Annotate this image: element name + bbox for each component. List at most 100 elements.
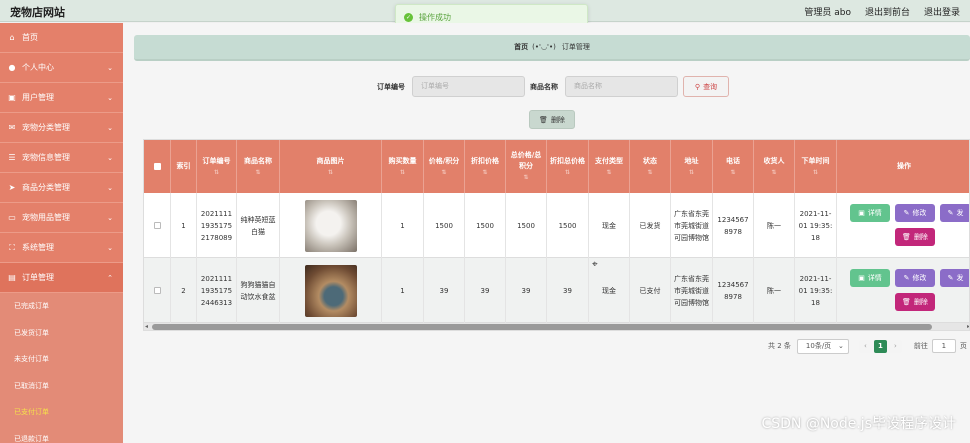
submenu-paid-orders[interactable]: 已支付订单 — [0, 399, 123, 426]
cell-address: 广东省东莞市莞城街道可园博物馆 — [671, 258, 713, 323]
col-header-index[interactable]: 索引 — [171, 140, 197, 193]
col-header-image[interactable]: 商品图片 ⇅ — [280, 140, 382, 193]
goto-label: 前往 — [913, 342, 928, 350]
col-header-discount-price[interactable]: 折扣价格 ⇅ — [465, 140, 506, 193]
sidebar-item-system[interactable]: ⛶ 系统管理 ⌄ — [0, 233, 123, 263]
submenu-shipped-orders[interactable]: 已发货订单 — [0, 320, 123, 347]
breadcrumb-face: (•'◡'•) — [532, 43, 556, 51]
col-header-order-no[interactable]: 订单编号 ⇅ — [197, 140, 237, 193]
total-count: 共 2 条 — [768, 342, 791, 350]
col-header-price[interactable]: 价格/积分 ⇅ — [424, 140, 465, 193]
sidebar-item-label: 系统管理 — [22, 243, 54, 252]
sidebar-item-label: 用户管理 — [22, 93, 54, 102]
goto-page-input[interactable]: 1 — [931, 339, 956, 353]
sidebar: ⌂ 首页 ● 个人中心 ⌄ ▣ 用户管理 ⌄ ✉ 宠物分类管理 ⌄ ☰ 宠物信息… — [0, 23, 123, 443]
horizontal-scrollbar[interactable]: ◂ ▸ — [144, 323, 969, 330]
next-page-button[interactable]: › — [888, 339, 902, 353]
mail-icon: ✉ — [8, 123, 16, 132]
search-button[interactable]: ⚲ 查询 — [683, 76, 729, 97]
scroll-left-icon[interactable]: ◂ — [145, 323, 148, 330]
cell-time: 2021-11-01 19:35:18 — [795, 193, 837, 258]
extra-button[interactable]: ✎ 发 — [940, 269, 969, 287]
cell-order-no: 20211111935175 2446313 — [197, 258, 237, 323]
submenu-refunded-orders[interactable]: 已退款订单 — [0, 426, 123, 443]
sidebar-item-orders[interactable]: ▤ 订单管理 ⌃ — [0, 263, 123, 293]
col-header-product[interactable]: 商品名称 ⇅ — [237, 140, 280, 193]
col-header-phone[interactable]: 电话 ⇅ — [713, 140, 754, 193]
chevron-down-icon: ⌄ — [107, 123, 113, 132]
cell-total: 39 — [506, 258, 547, 323]
submenu-completed-orders[interactable]: 已完成订单 — [0, 293, 123, 320]
detail-icon: ▣ — [858, 209, 865, 217]
col-header-discount-total[interactable]: 折扣总价格 ⇅ — [547, 140, 589, 193]
product-image-feeder[interactable] — [304, 264, 357, 317]
scroll-thumb[interactable] — [152, 324, 932, 330]
col-header-total[interactable]: 总价格/总积分 ⇅ — [506, 140, 547, 193]
sidebar-item-pet-info[interactable]: ☰ 宠物信息管理 ⌄ — [0, 143, 123, 173]
select-all-checkbox[interactable] — [153, 163, 161, 170]
sidebar-item-label: 宠物分类管理 — [22, 123, 70, 132]
row-checkbox[interactable] — [153, 287, 161, 294]
prev-page-button[interactable]: ‹ — [858, 339, 872, 353]
submenu-unpaid-orders[interactable]: 未支付订单 — [0, 346, 123, 373]
product-image-kitten[interactable] — [304, 199, 357, 252]
cell-total: 1500 — [506, 193, 547, 258]
sidebar-item-personal[interactable]: ● 个人中心 ⌄ — [0, 53, 123, 83]
col-header-pay-type[interactable]: 支付类型 ⇅ — [589, 140, 630, 193]
cell-order-no: 20211111935175 2178089 — [197, 193, 237, 258]
cell-discount-total: 39 — [547, 258, 589, 323]
order-no-input[interactable]: 订单编号 — [412, 76, 525, 97]
search-button-label: 查询 — [703, 82, 718, 91]
product-name-input[interactable]: 商品名称 — [565, 76, 678, 97]
sidebar-item-product-category[interactable]: ➤ 商品分类管理 ⌄ — [0, 173, 123, 203]
cell-time: 2021-11-01 19:35:18 — [795, 258, 837, 323]
cell-actions: ▣ 详情 ✎ 修改 ✎ 发 🗑 删除 — [837, 193, 969, 258]
detail-button[interactable]: ▣ 详情 — [850, 269, 890, 287]
batch-delete-button[interactable]: 🗑 删除 — [529, 110, 575, 129]
delete-button[interactable]: 🗑 删除 — [895, 293, 935, 311]
edit-button[interactable]: ✎ 修改 — [895, 269, 935, 287]
sidebar-item-label: 商品分类管理 — [22, 183, 70, 192]
sidebar-item-label: 订单管理 — [22, 273, 54, 282]
page-size-select[interactable]: 10条/页 ⌄ — [796, 338, 849, 354]
cell-receiver: 陈一 — [754, 193, 795, 258]
chevron-down-icon: ⌄ — [107, 183, 113, 192]
cell-status: 已发货 — [630, 193, 671, 258]
logout-link[interactable]: 退出登录 — [924, 5, 960, 18]
col-header-address[interactable]: 地址 ⇅ — [671, 140, 713, 193]
trash-icon: 🗑 — [902, 298, 911, 306]
edit-button[interactable]: ✎ 修改 — [895, 204, 935, 222]
orders-table: 索引 订单编号 ⇅ 商品名称 ⇅ 商品图片 ⇅ 购买数量 ⇅ 价格/积分 ⇅ 折扣价格 ⇅ … — [143, 139, 970, 331]
cell-phone: 12345678978 — [713, 193, 754, 258]
cell-product: 狗狗猫猫自动饮水食盆 — [237, 258, 280, 323]
pagination: 共 2 条 10条/页 ⌄ ‹ 1 › 前往 1 页 — [768, 338, 967, 354]
edit-icon: ✎ — [903, 209, 910, 217]
breadcrumb-current: 订单管理 — [561, 43, 590, 51]
search-form: 订单编号 订单编号 商品名称 商品名称 ⚲ 查询 — [123, 76, 970, 98]
breadcrumb-home[interactable]: 首页 — [514, 42, 528, 52]
page-number-current[interactable]: 1 — [873, 339, 887, 353]
trash-icon: 🗑 — [539, 115, 548, 124]
toast-message: 操作成功 — [419, 12, 451, 22]
chevron-down-icon: ⌄ — [107, 93, 113, 102]
extra-button[interactable]: ✎ 发 — [940, 204, 969, 222]
sidebar-item-home[interactable]: ⌂ 首页 — [0, 23, 123, 53]
col-header-status[interactable]: 状态 ⇅ — [630, 140, 671, 193]
col-header-time[interactable]: 下单时间 ⇅ — [795, 140, 837, 193]
submenu-cancelled-orders[interactable]: 已取消订单 — [0, 373, 123, 400]
users-icon: ▣ — [8, 93, 16, 102]
col-header-receiver[interactable]: 收货人 ⇅ — [754, 140, 795, 193]
delete-button[interactable]: 🗑 删除 — [895, 228, 935, 246]
sidebar-item-users[interactable]: ▣ 用户管理 ⌄ — [0, 83, 123, 113]
admin-label: 管理员 abo — [804, 8, 851, 18]
sidebar-item-pet-supplies[interactable]: ▭ 宠物用品管理 ⌄ — [0, 203, 123, 233]
sidebar-item-pet-category[interactable]: ✉ 宠物分类管理 ⌄ — [0, 113, 123, 143]
cell-receiver: 陈一 — [754, 258, 795, 323]
detail-button[interactable]: ▣ 详情 — [850, 204, 890, 222]
row-checkbox[interactable] — [153, 222, 161, 229]
sidebar-item-label: 宠物用品管理 — [22, 213, 70, 222]
cell-qty: 1 — [382, 258, 424, 323]
home-icon: ⌂ — [9, 33, 15, 42]
col-header-qty[interactable]: 购买数量 ⇅ — [382, 140, 424, 193]
back-front-link[interactable]: 退出到前台 — [865, 5, 910, 18]
